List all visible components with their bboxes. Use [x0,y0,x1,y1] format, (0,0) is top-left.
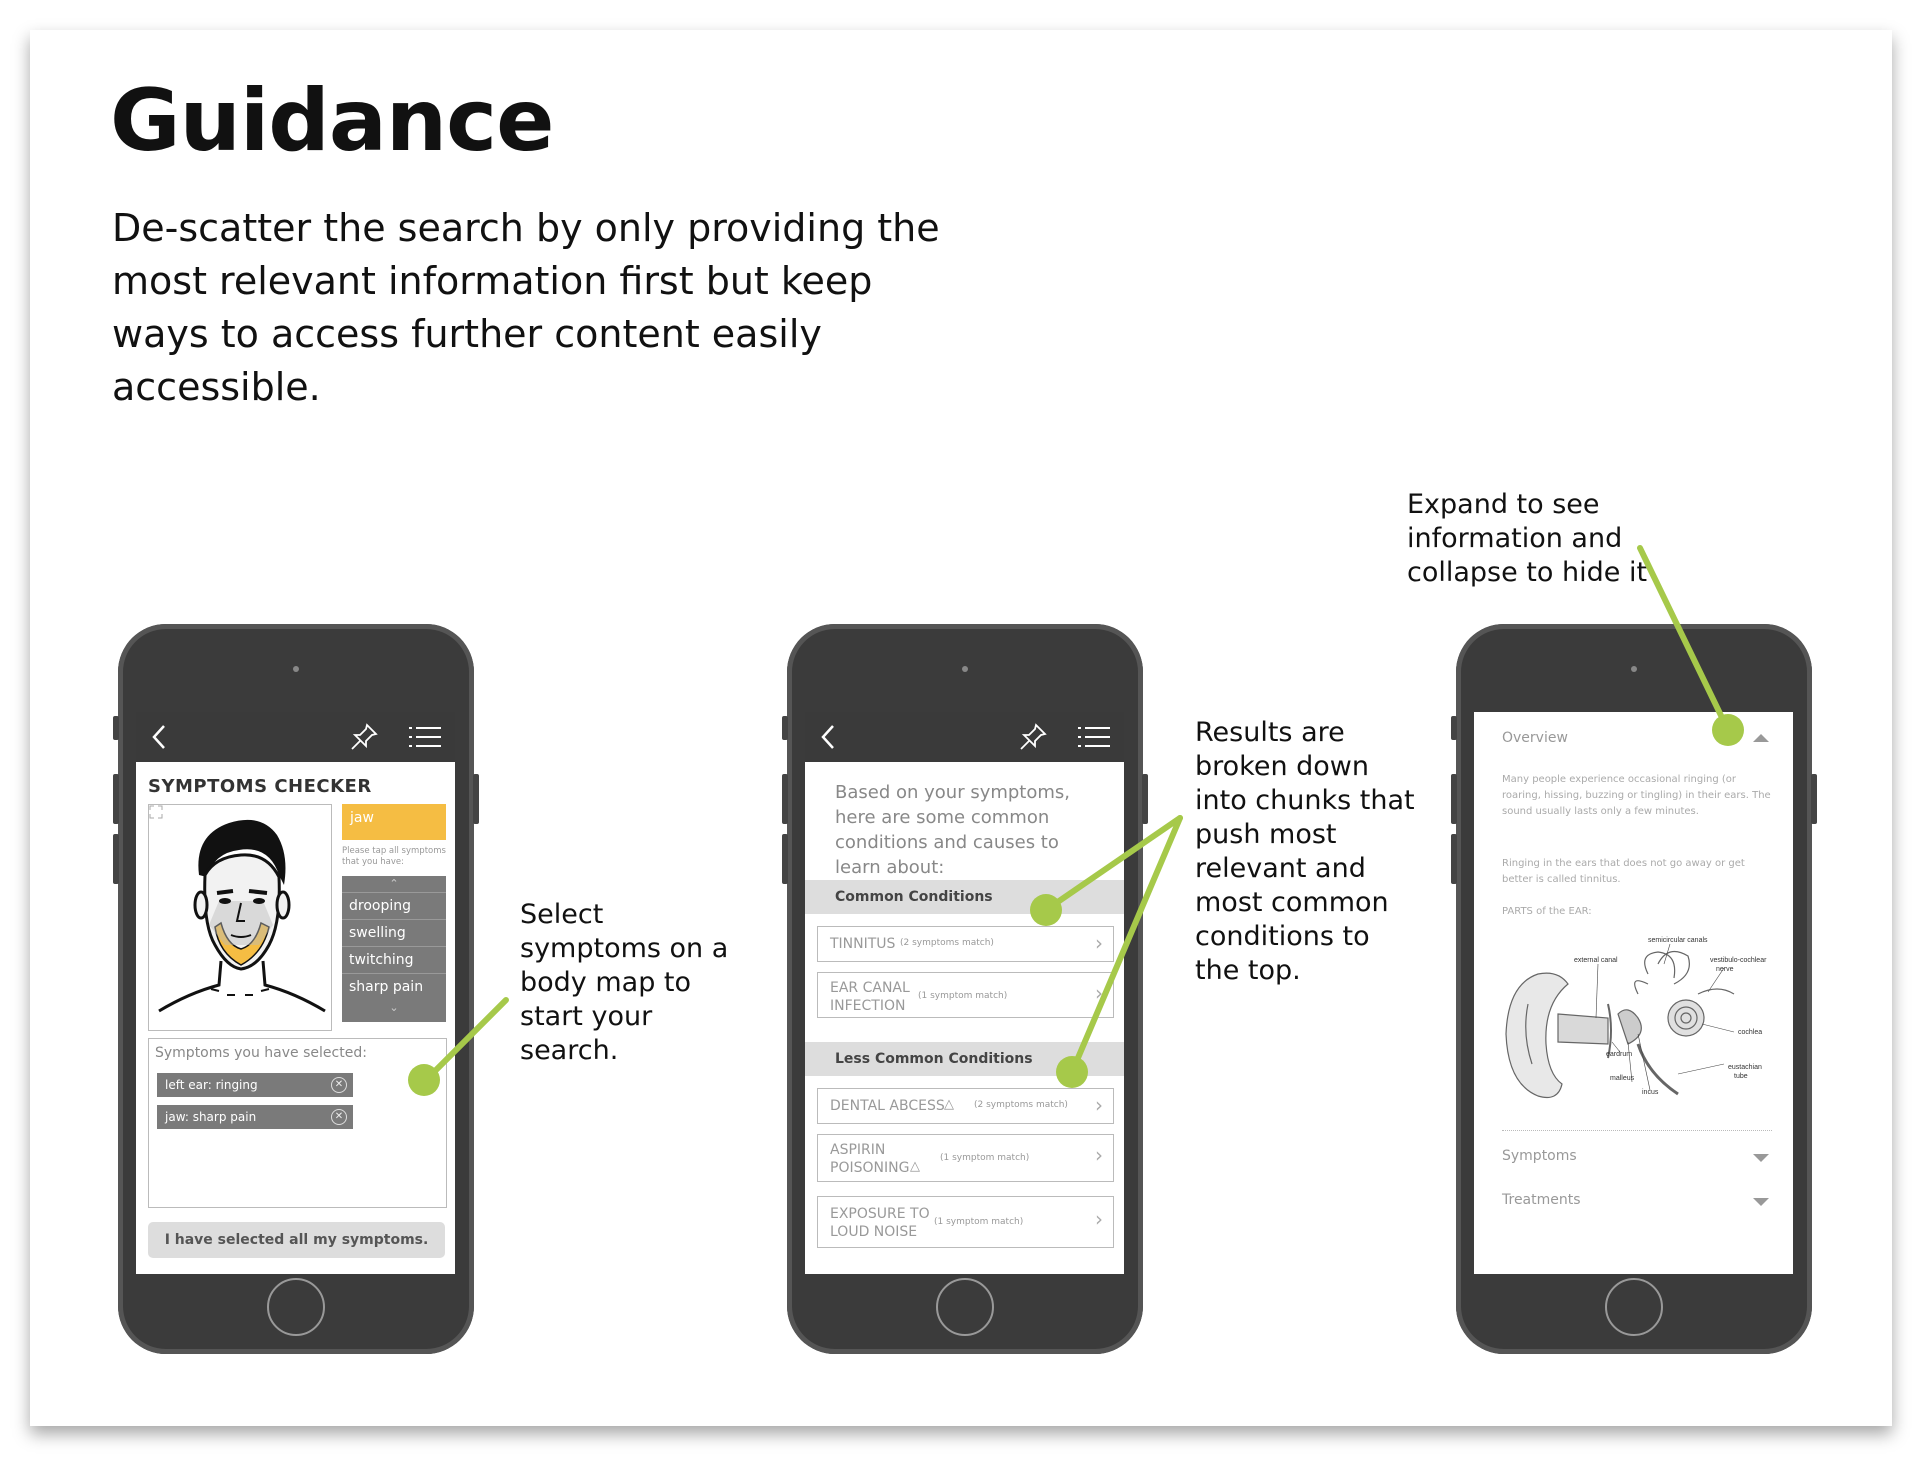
callout-dot [1030,894,1062,926]
callout-line [423,997,509,1083]
callout-dot [1056,1056,1088,1088]
callout-line [1637,545,1731,733]
callout-pointers [408,545,1744,1096]
callout-dot [408,1064,440,1096]
callout-dot [1712,714,1744,746]
